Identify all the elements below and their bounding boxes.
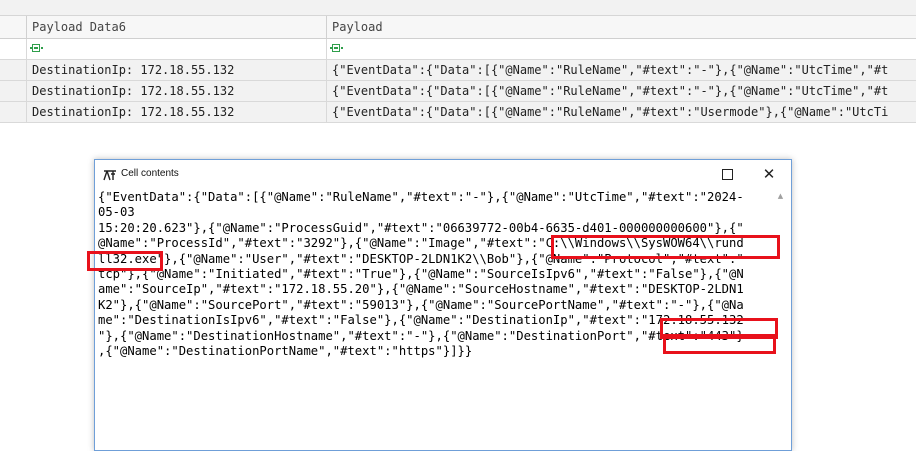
highlight-box-image-path bbox=[551, 235, 780, 259]
column-header-payload[interactable]: Payload bbox=[326, 16, 916, 38]
table-cell-payload[interactable]: {"EventData":{"Data":[{"@Name":"RuleName… bbox=[326, 81, 916, 101]
content-line: tcp"},{"@Name":"Initiated","#text":"True… bbox=[98, 267, 744, 282]
close-button[interactable]: ✕ bbox=[749, 160, 789, 188]
content-line: 05-03 bbox=[98, 205, 135, 220]
grid-header-row: Payload Data6 Payload bbox=[0, 16, 916, 39]
tool-icon bbox=[103, 168, 117, 181]
content-line: me":"DestinationIsIpv6","#text":"False"}… bbox=[98, 313, 744, 328]
content-line: 15:20:20.623"},{"@Name":"ProcessGuid","#… bbox=[98, 220, 744, 235]
content-line: ame":"SourceIp","#text":"172.18.55.20"},… bbox=[98, 282, 744, 297]
table-row[interactable]: DestinationIp: 172.18.55.132 {"EventData… bbox=[0, 60, 916, 81]
highlight-box-destination-port bbox=[663, 334, 776, 354]
maximize-button[interactable] bbox=[707, 160, 747, 188]
content-line: K2"},{"@Name":"SourcePort","#text":"5901… bbox=[98, 297, 744, 312]
filter-icon[interactable] bbox=[330, 44, 340, 52]
table-row[interactable]: DestinationIp: 172.18.55.132 {"EventData… bbox=[0, 81, 916, 102]
filter-cell-payload[interactable] bbox=[326, 39, 916, 59]
table-cell-payload-data6[interactable]: DestinationIp: 172.18.55.132 bbox=[26, 60, 326, 80]
grid-top-strip bbox=[0, 0, 916, 16]
table-row[interactable]: DestinationIp: 172.18.55.132 {"EventData… bbox=[0, 102, 916, 123]
cell-contents-window: Cell contents ✕ {"EventData":{"Data":[{"… bbox=[94, 159, 792, 451]
filter-icon[interactable] bbox=[30, 44, 40, 52]
content-line: {"EventData":{"Data":[{"@Name":"RuleName… bbox=[98, 190, 744, 204]
window-title: Cell contents bbox=[121, 168, 179, 179]
results-grid: Payload Data6 Payload DestinationIp: 172… bbox=[0, 0, 916, 126]
table-cell-payload-data6[interactable]: DestinationIp: 172.18.55.132 bbox=[26, 81, 326, 101]
window-titlebar[interactable]: Cell contents ✕ bbox=[95, 160, 791, 188]
highlight-box-image-continuation bbox=[87, 251, 163, 271]
scroll-up-arrow-icon[interactable]: ▲ bbox=[774, 190, 787, 202]
table-cell-payload[interactable]: {"EventData":{"Data":[{"@Name":"RuleName… bbox=[326, 102, 916, 122]
table-cell-payload[interactable]: {"EventData":{"Data":[{"@Name":"RuleName… bbox=[326, 60, 916, 80]
filter-row bbox=[0, 39, 916, 60]
table-cell-payload-data6[interactable]: DestinationIp: 172.18.55.132 bbox=[26, 102, 326, 122]
content-line: "},{"@Name":"DestinationHostname","#text… bbox=[98, 328, 744, 343]
column-header-payload-data6[interactable]: Payload Data6 bbox=[26, 16, 326, 38]
filter-cell-payload-data6[interactable] bbox=[26, 39, 326, 59]
content-line: ,{"@Name":"DestinationPortName","#text":… bbox=[98, 344, 473, 359]
maximize-icon bbox=[721, 168, 733, 180]
